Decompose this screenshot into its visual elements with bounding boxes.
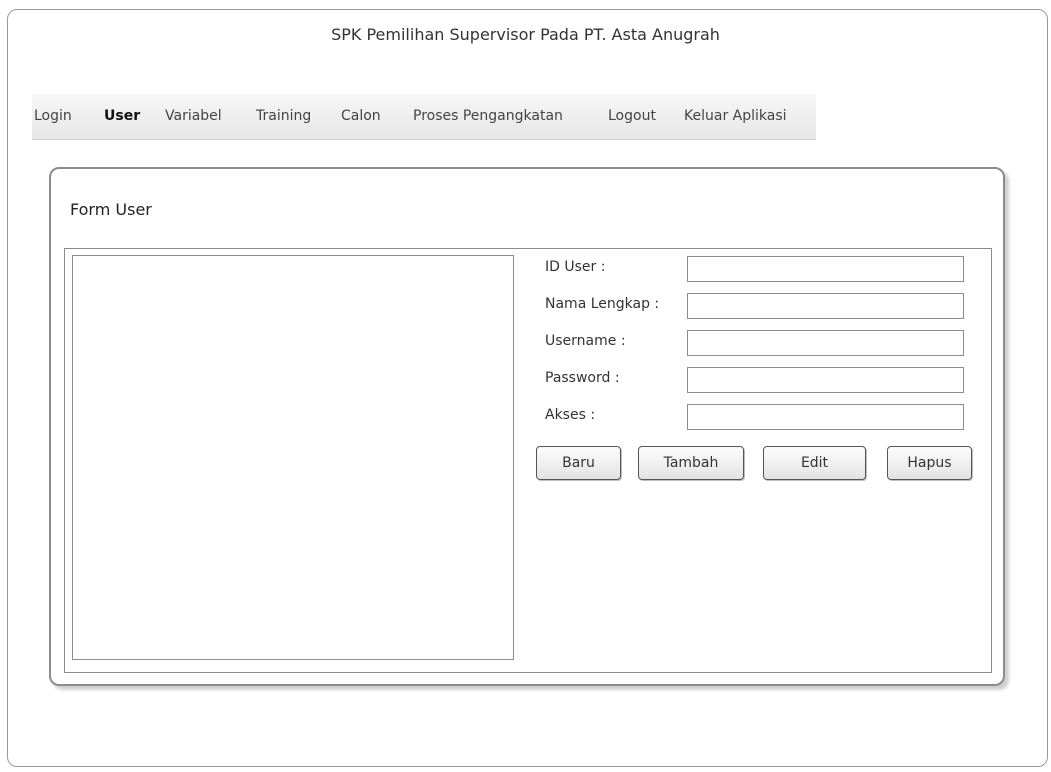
username-label: Username : [545,333,626,349]
menu-item-login[interactable]: Login [34,108,72,124]
menu-bar: Login User Variabel Training Calon Prose… [32,94,816,140]
menu-item-calon[interactable]: Calon [341,108,381,124]
menu-item-keluar-aplikasi[interactable]: Keluar Aplikasi [684,108,787,124]
akses-input[interactable] [687,404,964,430]
id-user-label: ID User : [545,259,606,275]
tambah-button[interactable]: Tambah [638,446,744,480]
hapus-button[interactable]: Hapus [887,446,972,480]
baru-button[interactable]: Baru [536,446,621,480]
id-user-input[interactable] [687,256,964,282]
menu-item-training[interactable]: Training [256,108,311,124]
edit-button[interactable]: Edit [763,446,866,480]
form-title: Form User [70,200,152,219]
app-title: SPK Pemilihan Supervisor Pada PT. Asta A… [331,25,720,44]
nama-lengkap-input[interactable] [687,293,964,319]
menu-item-variabel[interactable]: Variabel [165,108,222,124]
password-input[interactable] [687,367,964,393]
user-list-box[interactable] [72,255,514,660]
password-label: Password : [545,370,620,386]
menu-item-proses-pengangkatan[interactable]: Proses Pengangkatan [413,108,563,124]
username-input[interactable] [687,330,964,356]
akses-label: Akses : [545,407,596,423]
menu-item-logout[interactable]: Logout [608,108,656,124]
menu-item-user[interactable]: User [104,108,140,124]
nama-lengkap-label: Nama Lengkap : [545,296,660,312]
